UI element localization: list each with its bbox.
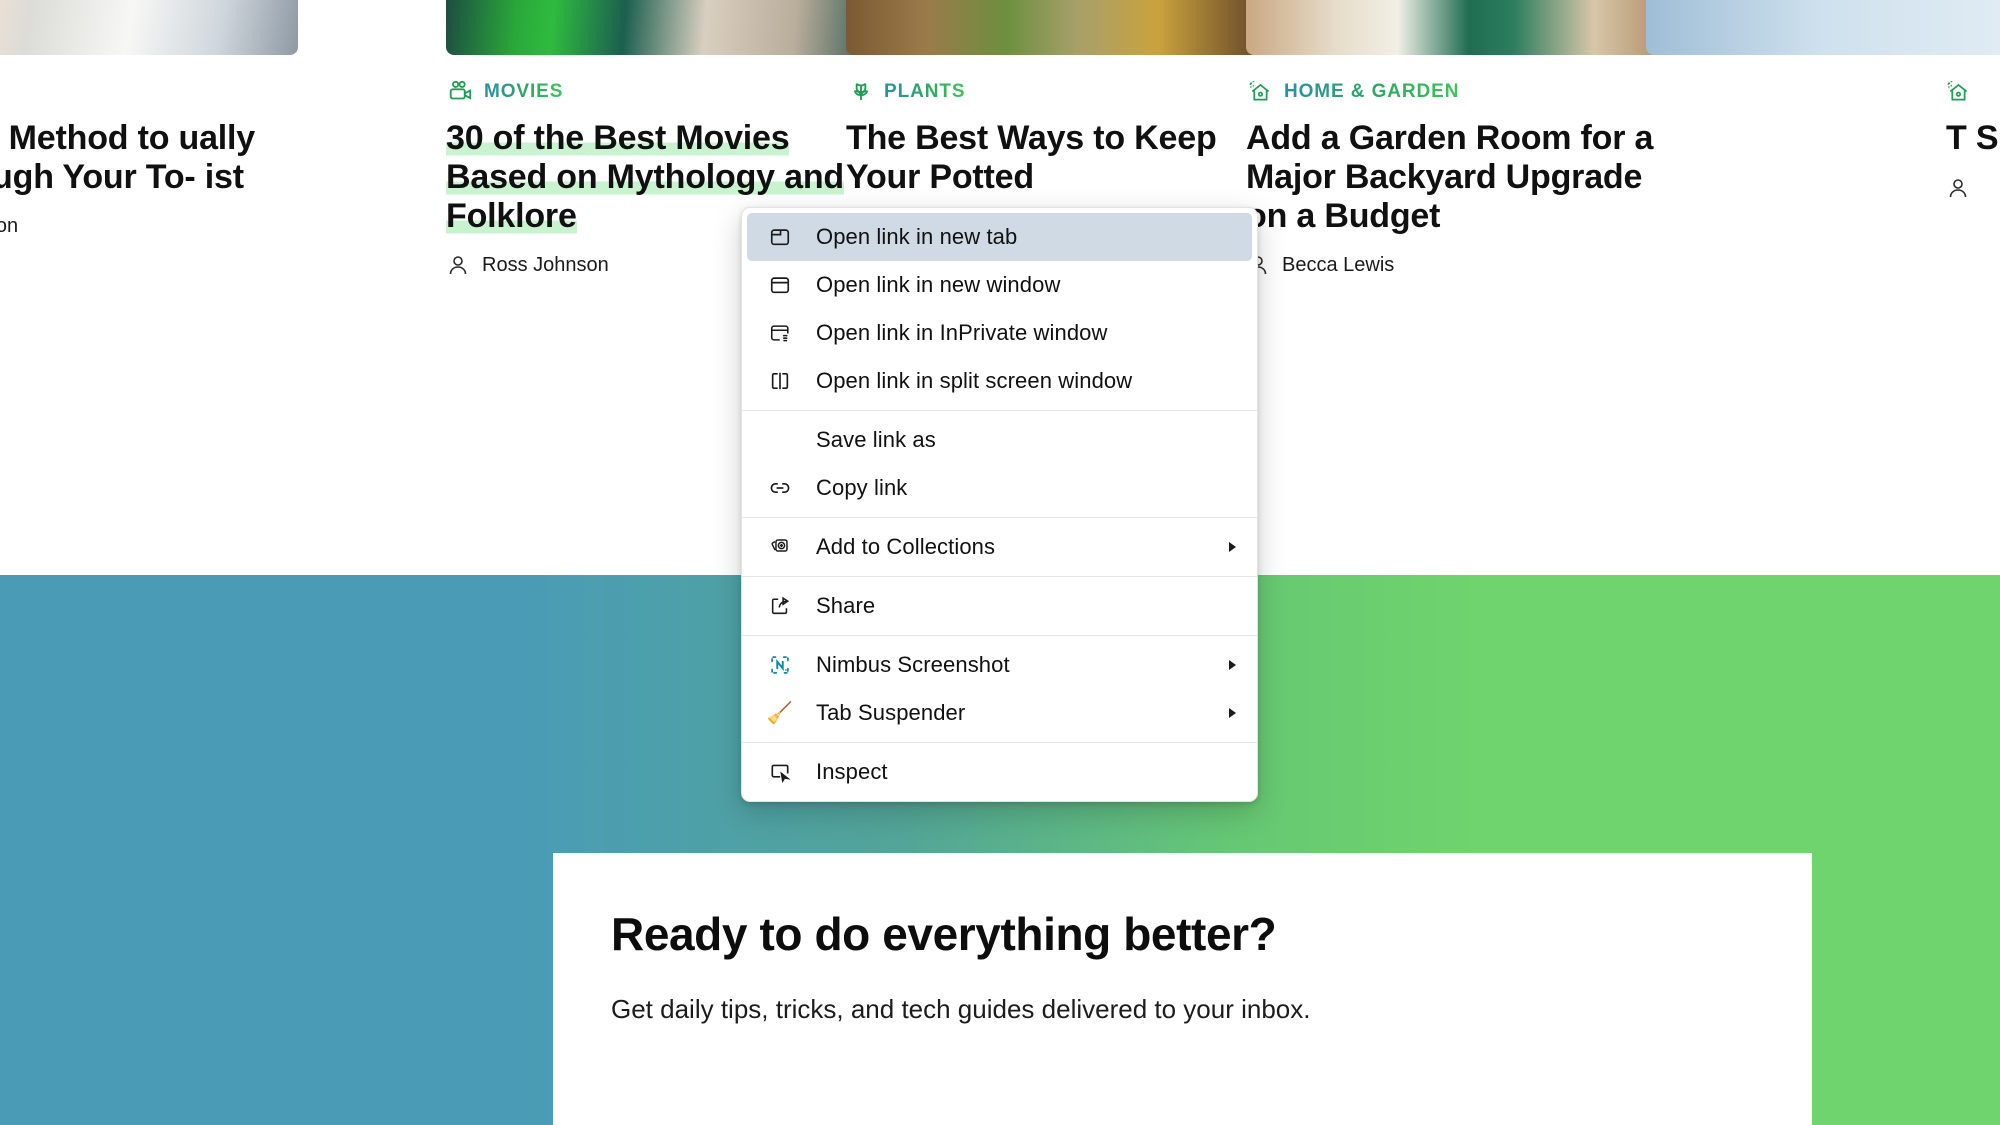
article-thumbnail[interactable] bbox=[0, 0, 298, 55]
article-thumbnail[interactable] bbox=[1246, 0, 1692, 55]
broom-icon: 🧹 bbox=[766, 701, 794, 725]
house-sparkle-icon bbox=[1248, 79, 1274, 105]
menu-item-open-link-in-inprivate-window[interactable]: Open link in InPrivate window bbox=[747, 309, 1252, 357]
article-category-label: PLANTS bbox=[884, 81, 966, 102]
person-icon bbox=[446, 253, 470, 277]
article-category[interactable] bbox=[1646, 79, 2000, 105]
menu-item-label: Save link as bbox=[816, 427, 936, 452]
article-category[interactable]: MOVIES bbox=[446, 79, 892, 105]
menu-separator bbox=[742, 576, 1257, 577]
article-author[interactable]: ndsey Ellefson bbox=[0, 215, 18, 238]
article-byline bbox=[1646, 176, 2000, 200]
menu-item-open-link-in-split-screen-window[interactable]: Open link in split screen window bbox=[747, 357, 1252, 405]
menu-item-label: Copy link bbox=[816, 475, 908, 500]
article-card[interactable]: HOME & GARDEN Add a Garden Room for a Ma… bbox=[1246, 0, 1692, 277]
movie-camera-icon bbox=[448, 79, 474, 105]
article-category[interactable]: WORK bbox=[0, 79, 298, 105]
menu-item-tab-suspender[interactable]: 🧹 Tab Suspender bbox=[747, 689, 1252, 737]
menu-item-save-link-as[interactable]: Save link as bbox=[747, 416, 1252, 464]
menu-item-label: Tab Suspender bbox=[816, 700, 966, 725]
no-icon-placeholder bbox=[767, 427, 793, 453]
menu-item-label: Inspect bbox=[816, 759, 888, 784]
link-icon bbox=[767, 475, 793, 501]
article-author[interactable]: Becca Lewis bbox=[1282, 254, 1394, 277]
new-tab-icon bbox=[767, 224, 793, 250]
menu-separator bbox=[742, 410, 1257, 411]
article-card[interactable]: PLANTS The Best Ways to Keep Your Potted bbox=[846, 0, 1292, 197]
submenu-chevron-icon bbox=[1229, 660, 1236, 670]
menu-item-label: Open link in InPrivate window bbox=[816, 320, 1108, 345]
menu-separator bbox=[742, 635, 1257, 636]
article-byline: ndsey Ellefson bbox=[0, 215, 298, 239]
inspect-icon bbox=[767, 759, 793, 785]
newsletter-title: Ready to do everything better? bbox=[611, 908, 1277, 960]
menu-item-label: Open link in new window bbox=[816, 272, 1061, 297]
menu-item-open-link-in-new-window[interactable]: Open link in new window bbox=[747, 261, 1252, 309]
newsletter-signup-card: Ready to do everything better? Get daily… bbox=[553, 853, 1812, 1125]
article-title[interactable]: Add a Garden Room for a Major Backyard U… bbox=[1246, 119, 1692, 235]
menu-item-copy-link[interactable]: Copy link bbox=[747, 464, 1252, 512]
menu-item-label: Open link in new tab bbox=[816, 224, 1018, 249]
house-sparkle-icon bbox=[1946, 79, 1972, 105]
menu-item-share[interactable]: Share bbox=[747, 582, 1252, 630]
article-thumbnail[interactable] bbox=[846, 0, 1292, 55]
article-thumbnail[interactable] bbox=[446, 0, 892, 55]
article-title[interactable]: the ‘GTD’ Method to ually Get Through Yo… bbox=[0, 119, 298, 197]
article-category-label: MOVIES bbox=[484, 81, 564, 102]
article-title[interactable]: T S N bbox=[1646, 119, 2000, 158]
menu-item-label: Nimbus Screenshot bbox=[816, 652, 1010, 677]
inprivate-window-icon bbox=[767, 320, 793, 346]
article-category-label: HOME & GARDEN bbox=[1284, 81, 1460, 102]
menu-separator bbox=[742, 742, 1257, 743]
new-window-icon bbox=[767, 272, 793, 298]
menu-item-label: Open link in split screen window bbox=[816, 368, 1133, 393]
article-byline: Becca Lewis bbox=[1246, 253, 1692, 277]
nimbus-screenshot-icon bbox=[767, 652, 793, 678]
menu-item-nimbus-screenshot[interactable]: Nimbus Screenshot bbox=[747, 641, 1252, 689]
collections-add-icon bbox=[767, 534, 793, 560]
article-category[interactable]: PLANTS bbox=[846, 79, 1292, 105]
menu-separator bbox=[742, 517, 1257, 518]
split-screen-icon bbox=[767, 368, 793, 394]
person-icon bbox=[1946, 176, 1970, 200]
browser-context-menu[interactable]: Open link in new tab Open link in new wi… bbox=[741, 207, 1258, 802]
article-author[interactable]: Ross Johnson bbox=[482, 254, 609, 277]
newsletter-subtitle: Get daily tips, tricks, and tech guides … bbox=[611, 994, 1311, 1024]
article-thumbnail[interactable] bbox=[1646, 0, 2000, 55]
tulip-icon bbox=[848, 79, 874, 105]
article-title[interactable]: The Best Ways to Keep Your Potted bbox=[846, 119, 1266, 197]
article-card[interactable]: WORK the ‘GTD’ Method to ually Get Throu… bbox=[0, 0, 298, 239]
submenu-chevron-icon bbox=[1229, 542, 1236, 552]
submenu-chevron-icon bbox=[1229, 708, 1236, 718]
share-icon bbox=[767, 593, 793, 619]
menu-item-inspect[interactable]: Inspect bbox=[747, 748, 1252, 796]
menu-item-open-link-in-new-tab[interactable]: Open link in new tab bbox=[747, 213, 1252, 261]
article-category[interactable]: HOME & GARDEN bbox=[1246, 79, 1692, 105]
menu-item-add-to-collections[interactable]: Add to Collections bbox=[747, 523, 1252, 571]
article-card[interactable]: T S N bbox=[1646, 0, 2000, 200]
menu-item-label: Share bbox=[816, 593, 876, 618]
menu-item-label: Add to Collections bbox=[816, 534, 996, 559]
